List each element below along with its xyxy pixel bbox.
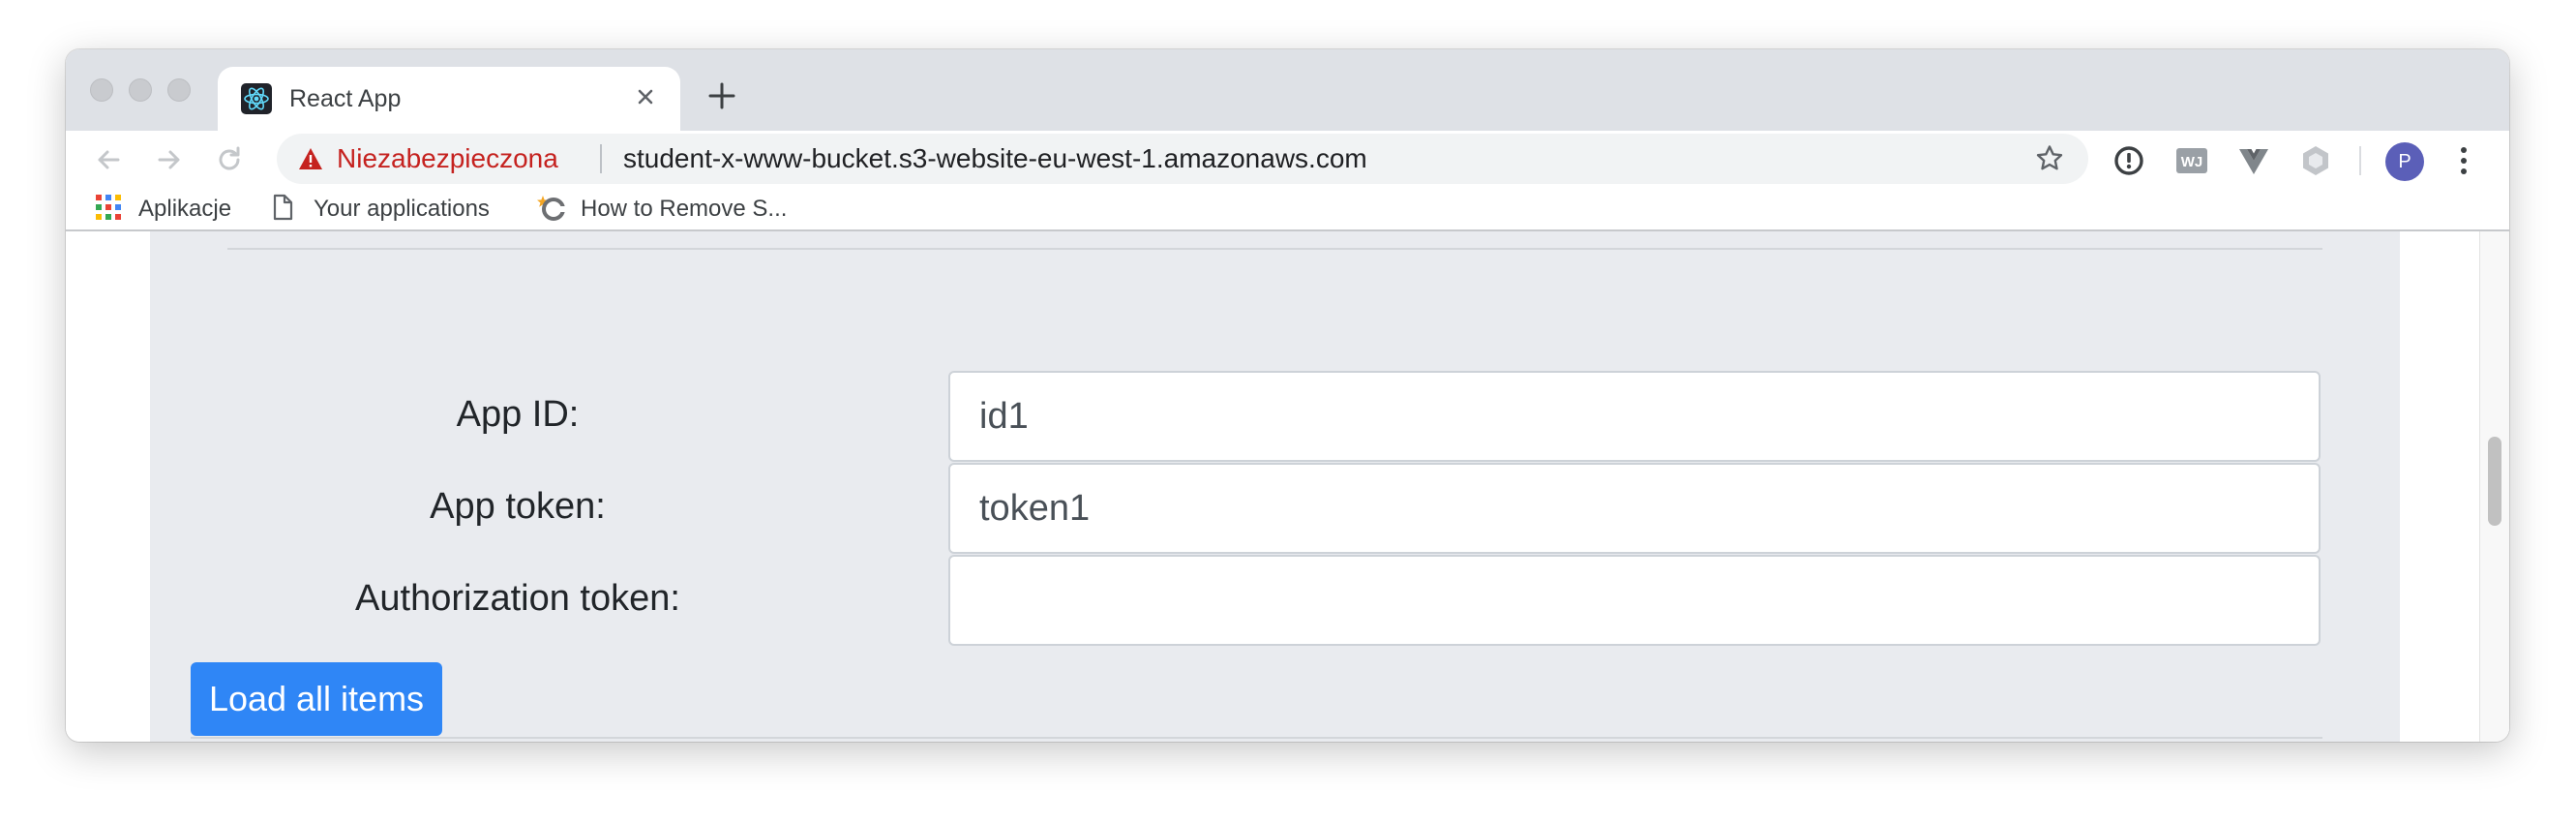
toolbar-divider <box>2359 146 2361 175</box>
app-id-label: App ID: <box>456 394 580 435</box>
bookmark-how-to-remove[interactable]: How to Remove S... <box>536 194 826 225</box>
bookmark-apps[interactable]: Aplikacje <box>95 194 288 225</box>
bookmark-star-icon[interactable] <box>2034 143 2065 174</box>
bookmark-label: Your applications <box>314 196 490 222</box>
warning-icon[interactable] <box>298 147 323 170</box>
tab-strip: React App <box>66 49 2509 131</box>
reload-icon[interactable] <box>212 142 247 177</box>
load-all-items-button[interactable]: Load all items <box>191 662 442 736</box>
authorization-token-label: Authorization token: <box>355 578 680 619</box>
vertical-scrollbar[interactable] <box>2479 231 2509 742</box>
app-token-input[interactable] <box>948 463 2321 554</box>
app-token-label: App token: <box>430 486 606 527</box>
vue-devtools-icon[interactable] <box>2237 144 2270 177</box>
browser-toolbar: Niezabezpieczona student-x-www-bucket.s3… <box>66 131 2509 189</box>
bookmark-label: How to Remove S... <box>581 196 788 222</box>
authorization-token-input[interactable] <box>948 555 2321 646</box>
minimize-window-button[interactable] <box>129 78 152 102</box>
profile-avatar[interactable]: P <box>2385 142 2424 181</box>
svg-text:WJ: WJ <box>2181 154 2203 170</box>
wj-extension-icon[interactable]: WJ <box>2175 144 2208 177</box>
close-tab-icon[interactable] <box>629 80 662 113</box>
form-panel: App ID: App token: Authorization token: … <box>150 231 2400 742</box>
zoom-window-button[interactable] <box>167 78 191 102</box>
tab-title: React App <box>289 85 402 112</box>
divider <box>227 248 2322 250</box>
address-bar[interactable]: Niezabezpieczona student-x-www-bucket.s3… <box>277 134 2088 184</box>
bookmark-label: Aplikacje <box>138 196 232 222</box>
scrollbar-thumb[interactable] <box>2488 437 2501 526</box>
bookmarks-bar: Aplikacje Your applications How to Remov… <box>66 189 2509 231</box>
password-manager-icon[interactable] <box>2112 144 2145 177</box>
react-icon <box>241 83 272 114</box>
back-arrow-icon[interactable] <box>91 142 126 177</box>
browser-tab[interactable]: React App <box>218 67 680 131</box>
url-text[interactable]: student-x-www-bucket.s3-website-eu-west-… <box>623 143 1367 174</box>
page-viewport: App ID: App token: Authorization token: … <box>66 231 2509 742</box>
kebab-menu-icon[interactable] <box>2456 144 2471 177</box>
apps-grid-icon <box>95 194 122 221</box>
page-icon <box>269 194 296 221</box>
divider <box>191 737 2322 739</box>
app-id-input[interactable] <box>948 371 2321 462</box>
address-divider <box>600 144 602 173</box>
security-status-label[interactable]: Niezabezpieczona <box>337 143 558 174</box>
site-favicon-icon <box>536 194 565 221</box>
hexagon-extension-icon[interactable] <box>2299 144 2332 177</box>
browser-window: React App Niezabezpieczona student-x-www… <box>66 49 2509 742</box>
new-tab-icon[interactable] <box>704 78 739 113</box>
close-window-button[interactable] <box>90 78 113 102</box>
forward-arrow-icon[interactable] <box>152 142 187 177</box>
